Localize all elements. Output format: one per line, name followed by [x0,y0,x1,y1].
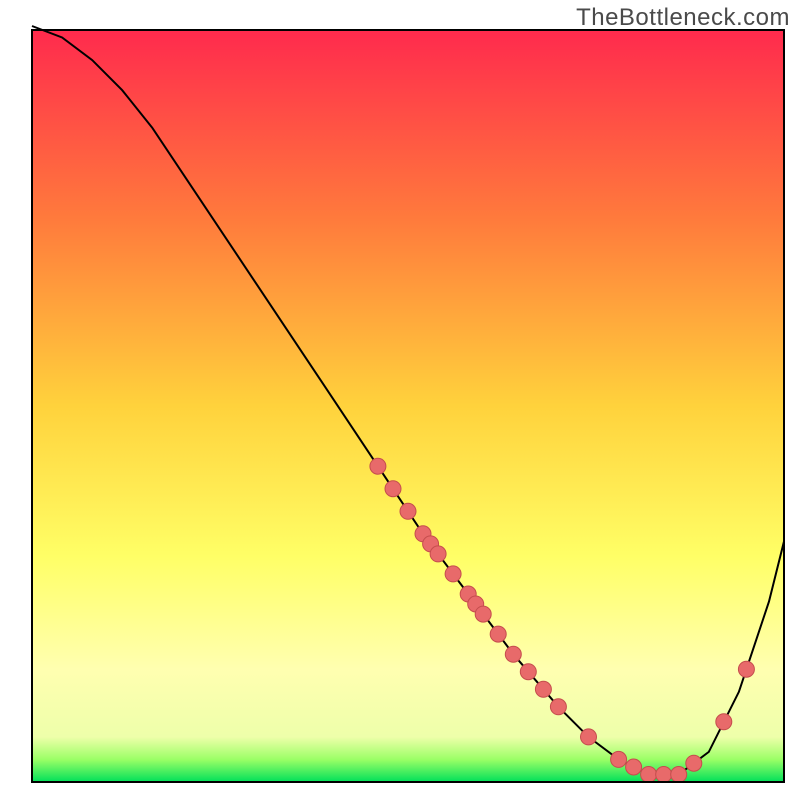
highlight-dot [738,661,754,677]
chart-frame: TheBottleneck.com [0,0,800,800]
highlight-dot [671,767,687,783]
highlight-dot [535,681,551,697]
highlight-dot [475,606,491,622]
highlight-dot [626,759,642,775]
highlight-dot [490,626,506,642]
highlight-dot [430,546,446,562]
highlight-dot [656,767,672,783]
highlight-dot [520,664,536,680]
highlight-dot [400,503,416,519]
highlight-dot [385,481,401,497]
highlight-dot [686,755,702,771]
plot-background [32,30,784,782]
highlight-dot [611,751,627,767]
highlight-dot [445,566,461,582]
highlight-dot [641,767,657,783]
highlight-dot [370,458,386,474]
highlight-dot [550,699,566,715]
highlight-dot [716,714,732,730]
watermark-text: TheBottleneck.com [576,4,790,32]
highlight-dot [581,729,597,745]
highlight-dot [505,646,521,662]
bottleneck-chart [0,0,800,800]
